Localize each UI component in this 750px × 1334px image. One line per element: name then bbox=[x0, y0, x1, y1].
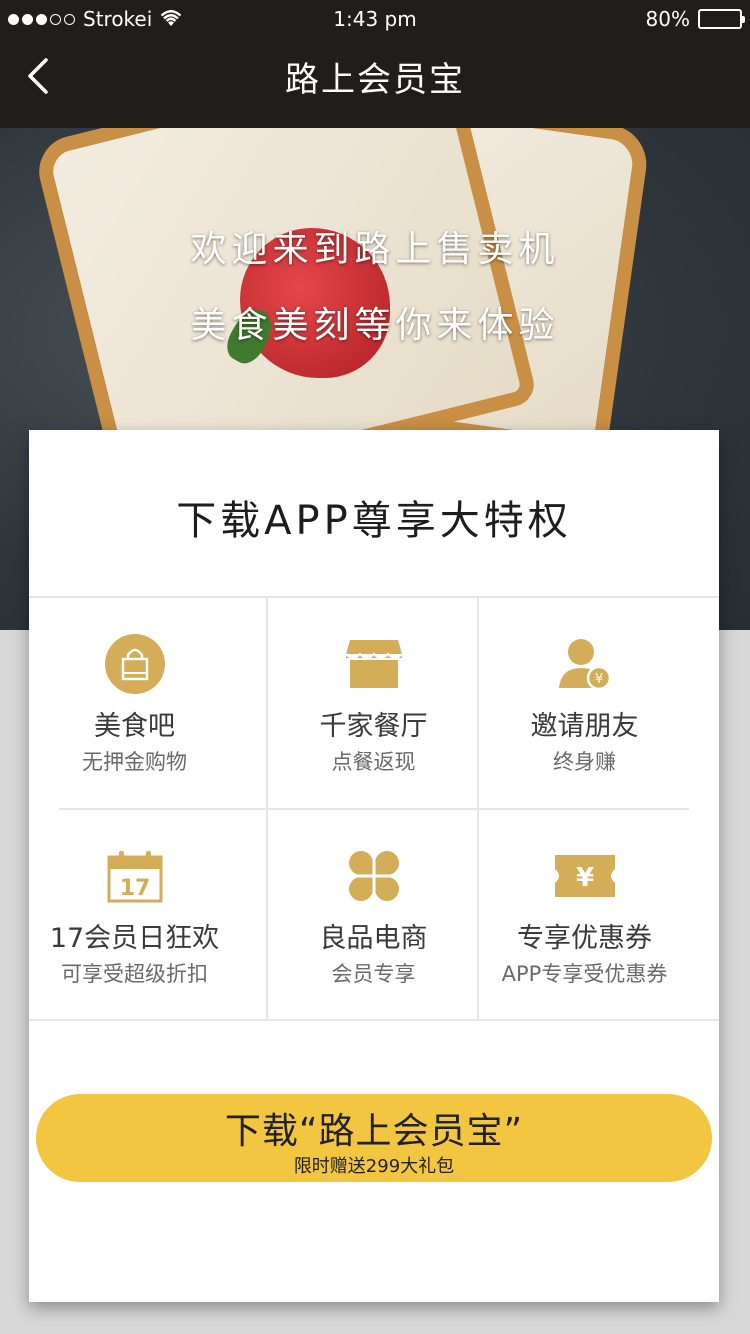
feature-title: 17会员日狂欢 bbox=[49, 923, 220, 954]
svg-text:¥: ¥ bbox=[594, 672, 602, 687]
hero-subheadline: 美食美刻等你来体验 bbox=[190, 305, 560, 346]
feature-title: 专享优惠券 bbox=[517, 923, 652, 954]
storefront-icon bbox=[344, 640, 403, 688]
page-title: 路上会员宝 bbox=[285, 60, 465, 100]
feature-subtitle: 无押金购物 bbox=[82, 750, 187, 774]
shopping-bag-icon bbox=[104, 634, 165, 694]
feature-subtitle: 终身赚 bbox=[553, 750, 616, 774]
card-title: 下载APP尊享大特权 bbox=[176, 498, 572, 544]
feature-title: 良品电商 bbox=[319, 923, 428, 954]
download-app-button[interactable]: 下载“路上会员宝” 限时赠送299大礼包 bbox=[36, 1094, 712, 1182]
battery-icon bbox=[698, 9, 745, 29]
top-bar: Strokei 1:43 pm 80% 路上会员宝 bbox=[0, 0, 750, 128]
svg-text:¥: ¥ bbox=[575, 863, 593, 893]
privileges-card: 下载APP尊享大特权 美食吧 无押金购物 千家餐厅 点餐返现 ¥ 邀请朋友 终身… bbox=[29, 430, 719, 1302]
feature-subtitle: 会员专享 bbox=[331, 962, 416, 986]
download-button-sublabel: 限时赠送299大礼包 bbox=[293, 1156, 455, 1177]
battery-percent: 80% bbox=[645, 7, 690, 31]
feature-coupons[interactable]: ¥ 专享优惠券 APP专享受优惠券 bbox=[479, 810, 690, 1022]
feature-subtitle: 可享受超级折扣 bbox=[61, 962, 208, 986]
status-bar: Strokei 1:43 pm 80% bbox=[0, 0, 750, 40]
feature-ecommerce[interactable]: 良品电商 会员专享 bbox=[268, 810, 479, 1022]
download-button-label: 下载“路上会员宝” bbox=[224, 1111, 524, 1152]
coupon-yuan-icon: ¥ bbox=[554, 855, 615, 897]
feature-member-day[interactable]: 17 17会员日狂欢 可享受超级折扣 bbox=[29, 810, 240, 1022]
clover-icon bbox=[348, 851, 399, 901]
status-time: 1:43 pm bbox=[333, 7, 417, 31]
svg-text:17: 17 bbox=[119, 876, 150, 901]
feature-title: 邀请朋友 bbox=[530, 711, 639, 742]
feature-subtitle: 点餐返现 bbox=[331, 750, 416, 774]
feature-title: 千家餐厅 bbox=[319, 711, 428, 742]
feature-title: 美食吧 bbox=[94, 711, 175, 742]
user-yuan-icon: ¥ bbox=[558, 639, 611, 691]
status-right: 80% bbox=[645, 7, 745, 31]
hero-headline: 欢迎来到路上售卖机 bbox=[190, 229, 560, 270]
feature-invite[interactable]: ¥ 邀请朋友 终身赚 bbox=[479, 598, 690, 810]
feature-subtitle: APP专享受优惠券 bbox=[501, 962, 668, 986]
feature-restaurants[interactable]: 千家餐厅 点餐返现 bbox=[268, 598, 479, 810]
feature-food[interactable]: 美食吧 无押金购物 bbox=[29, 598, 240, 810]
calendar-17-icon: 17 bbox=[107, 851, 162, 903]
